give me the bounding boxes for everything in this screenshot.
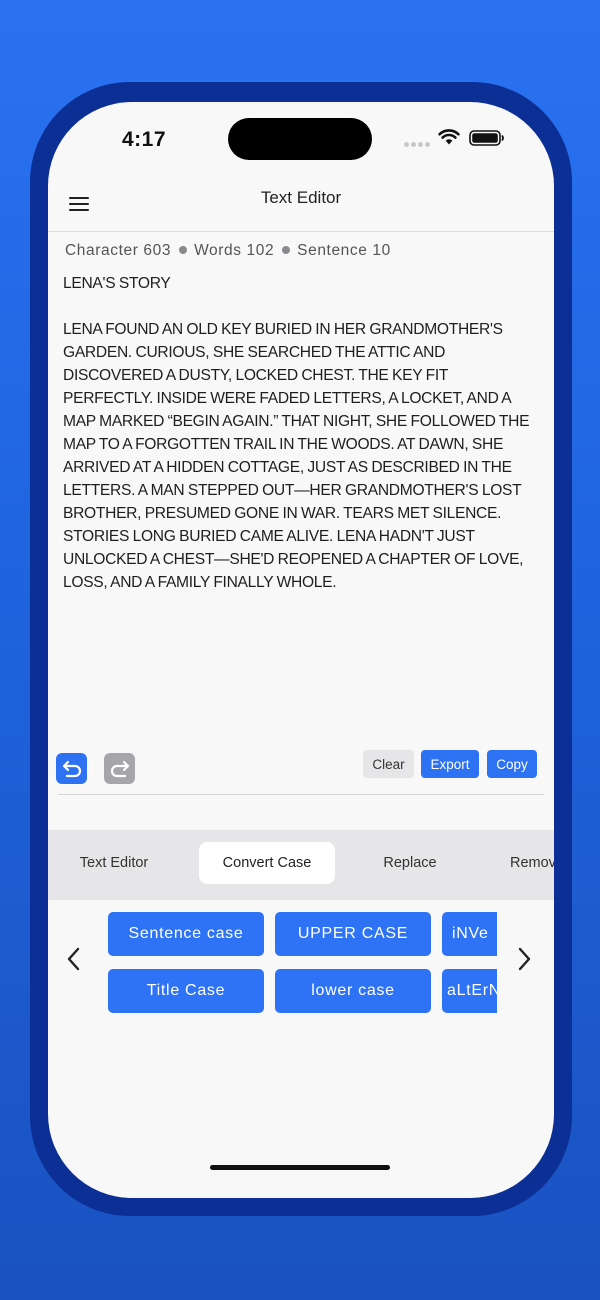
clear-button[interactable]: Clear: [363, 750, 414, 778]
tab-convert-case[interactable]: Convert Case: [199, 842, 335, 884]
export-button[interactable]: Export: [421, 750, 479, 778]
status-time: 4:17: [122, 128, 167, 151]
tool-tabs: Text Editor Convert Case Replace Remov: [48, 830, 554, 900]
words-label: Words: [194, 242, 242, 259]
sentence-label: Sentence: [297, 242, 368, 259]
text-editor-area[interactable]: LENA'S STORY LENA FOUND AN OLD KEY BURIE…: [63, 272, 538, 742]
lower-case-button[interactable]: lower case: [275, 969, 431, 1013]
sentence-case-button[interactable]: Sentence case: [108, 912, 264, 956]
tab-remove[interactable]: Remov: [510, 842, 554, 884]
character-count: 603: [143, 242, 172, 259]
separator-dot: [179, 246, 188, 255]
redo-button[interactable]: [104, 753, 135, 784]
status-bar: 4:17: [48, 102, 554, 182]
divider: [58, 794, 544, 795]
undo-icon: [62, 760, 81, 777]
character-label: Character: [65, 242, 139, 259]
page-title: Text Editor: [260, 188, 342, 207]
tab-replace[interactable]: Replace: [370, 842, 450, 884]
title-case-button[interactable]: Title Case: [108, 969, 264, 1013]
chevron-right-icon[interactable]: [516, 947, 532, 971]
cellular-signal-icon: [404, 140, 430, 148]
chevron-left-icon[interactable]: [66, 947, 82, 971]
sentence-count: 10: [372, 242, 391, 259]
dynamic-island: [228, 118, 372, 160]
redo-icon: [110, 760, 129, 777]
separator-dot: [282, 246, 291, 255]
app-header: Text Editor: [48, 182, 554, 232]
copy-button[interactable]: Copy: [487, 750, 537, 778]
app-screen: 4:17 Text Editor Character 603 Words 102…: [48, 102, 554, 1198]
words-count: 102: [246, 242, 275, 259]
upper-case-button[interactable]: UPPER CASE: [275, 912, 431, 956]
case-actions: Sentence case UPPER CASE iNVe Title Case…: [108, 912, 497, 1017]
phone-frame: 4:17 Text Editor Character 603 Words 102…: [30, 82, 572, 1216]
tab-text-editor[interactable]: Text Editor: [66, 842, 162, 884]
home-indicator: [210, 1165, 390, 1170]
text-statistics: Character 603 Words 102 Sentence 10: [65, 242, 391, 260]
inverse-case-button[interactable]: iNVe: [442, 912, 497, 956]
battery-icon: [469, 130, 504, 146]
wifi-icon: [438, 129, 460, 145]
undo-button[interactable]: [56, 753, 87, 784]
alternating-case-button[interactable]: aLtErN: [442, 969, 497, 1013]
